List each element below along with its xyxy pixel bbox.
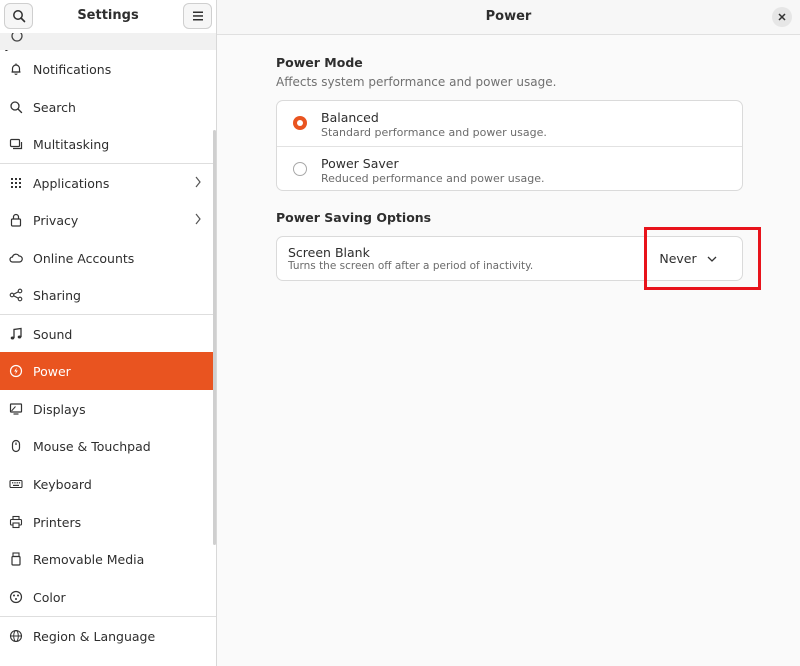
sidebar-item-power[interactable]: Power (0, 352, 216, 390)
power-mode-subtitle: Affects system performance and power usa… (276, 75, 557, 89)
globe-icon (9, 629, 23, 643)
sidebar-item-label: Mouse & Touchpad (33, 438, 151, 454)
screen-blank-title: Screen Blank (288, 245, 370, 260)
sidebar-header: Settings (0, 0, 216, 33)
option-subtitle: Standard performance and power usage. (321, 126, 547, 139)
power-mode-option-power-saver[interactable]: Power Saver Reduced performance and powe… (277, 147, 742, 190)
sidebar-item-label: Displays (33, 401, 86, 417)
sidebar-item-search[interactable]: Search (0, 88, 216, 126)
hamburger-icon (192, 11, 203, 21)
sidebar-item-label: Sharing (33, 287, 81, 303)
sidebar-item-sharing[interactable]: Sharing (0, 276, 216, 314)
main-panel: Power Power Mode Affects system performa… (217, 0, 800, 666)
power-mode-card: Balanced Standard performance and power … (276, 100, 743, 191)
sidebar: Settings Notifications Search Multitaski… (0, 0, 217, 666)
partial-icon (11, 33, 23, 42)
sidebar-item-label: Applications (33, 175, 110, 191)
sidebar-item-online-accounts[interactable]: Online Accounts (0, 239, 216, 277)
sidebar-item-notifications[interactable]: Notifications (0, 50, 216, 88)
option-title: Power Saver (321, 156, 399, 171)
highlight-box (644, 227, 761, 290)
power-saving-title: Power Saving Options (276, 210, 432, 225)
option-title: Balanced (321, 110, 379, 125)
option-subtitle: Reduced performance and power usage. (321, 172, 545, 185)
sidebar-item-removable-media[interactable]: Removable Media (0, 540, 216, 578)
palette-icon (9, 590, 23, 604)
sidebar-item-printers[interactable]: Printers (0, 503, 216, 541)
page-title: Power (485, 9, 532, 24)
sidebar-item-label: Keyboard (33, 476, 92, 492)
sidebar-item-applications[interactable]: Applications (0, 164, 216, 202)
sidebar-item-label: Printers (33, 514, 82, 530)
usb-icon (9, 552, 23, 566)
sidebar-item-label: Sound (33, 326, 73, 342)
close-button[interactable] (772, 7, 792, 27)
sidebar-item-label: Notifications (33, 61, 112, 77)
sidebar-item-multitasking[interactable]: Multitasking (0, 125, 216, 163)
screen-blank-subtitle: Turns the screen off after a period of i… (288, 260, 534, 272)
search-icon (9, 100, 23, 114)
sidebar-item-privacy[interactable]: Privacy (0, 201, 216, 239)
sidebar-item-label: Color (33, 589, 66, 605)
sidebar-item-label: Online Accounts (33, 250, 135, 266)
sidebar-item-label: Region & Language (33, 628, 156, 644)
cloud-icon (9, 251, 23, 265)
mouse-icon (9, 439, 23, 453)
close-icon (778, 13, 786, 21)
display-icon (9, 402, 23, 416)
printer-icon (9, 515, 23, 529)
radio-button-checked[interactable] (293, 116, 307, 130)
chevron-right-icon (195, 176, 201, 188)
sidebar-item-displays[interactable]: Displays (0, 390, 216, 428)
scrolled-item-partial (0, 33, 216, 50)
chevron-right-icon (195, 213, 201, 225)
music-note-icon (9, 327, 23, 341)
main-menu-button[interactable] (183, 3, 212, 29)
main-header: Power (217, 0, 800, 35)
power-icon (9, 364, 23, 378)
power-mode-option-balanced[interactable]: Balanced Standard performance and power … (277, 101, 742, 146)
sidebar-item-label: Removable Media (33, 551, 145, 567)
multitasking-icon (9, 137, 23, 151)
power-mode-title: Power Mode (276, 55, 363, 70)
sidebar-item-label: Search (33, 99, 76, 115)
bell-icon (9, 62, 23, 76)
share-icon (9, 288, 23, 302)
sidebar-item-region-language[interactable]: Region & Language (0, 617, 216, 655)
radio-button-unchecked[interactable] (293, 162, 307, 176)
grid-icon (9, 176, 23, 190)
sidebar-item-sound[interactable]: Sound (0, 315, 216, 353)
sidebar-item-label: Privacy (33, 212, 79, 228)
sidebar-item-label: Multitasking (33, 136, 110, 152)
lock-icon (9, 213, 23, 227)
sidebar-item-color[interactable]: Color (0, 578, 216, 616)
sidebar-item-mouse-touchpad[interactable]: Mouse & Touchpad (0, 427, 216, 465)
sidebar-item-label: Power (33, 363, 71, 379)
sidebar-scrollbar[interactable] (213, 130, 216, 545)
keyboard-icon (9, 477, 23, 491)
sidebar-item-keyboard[interactable]: Keyboard (0, 465, 216, 503)
